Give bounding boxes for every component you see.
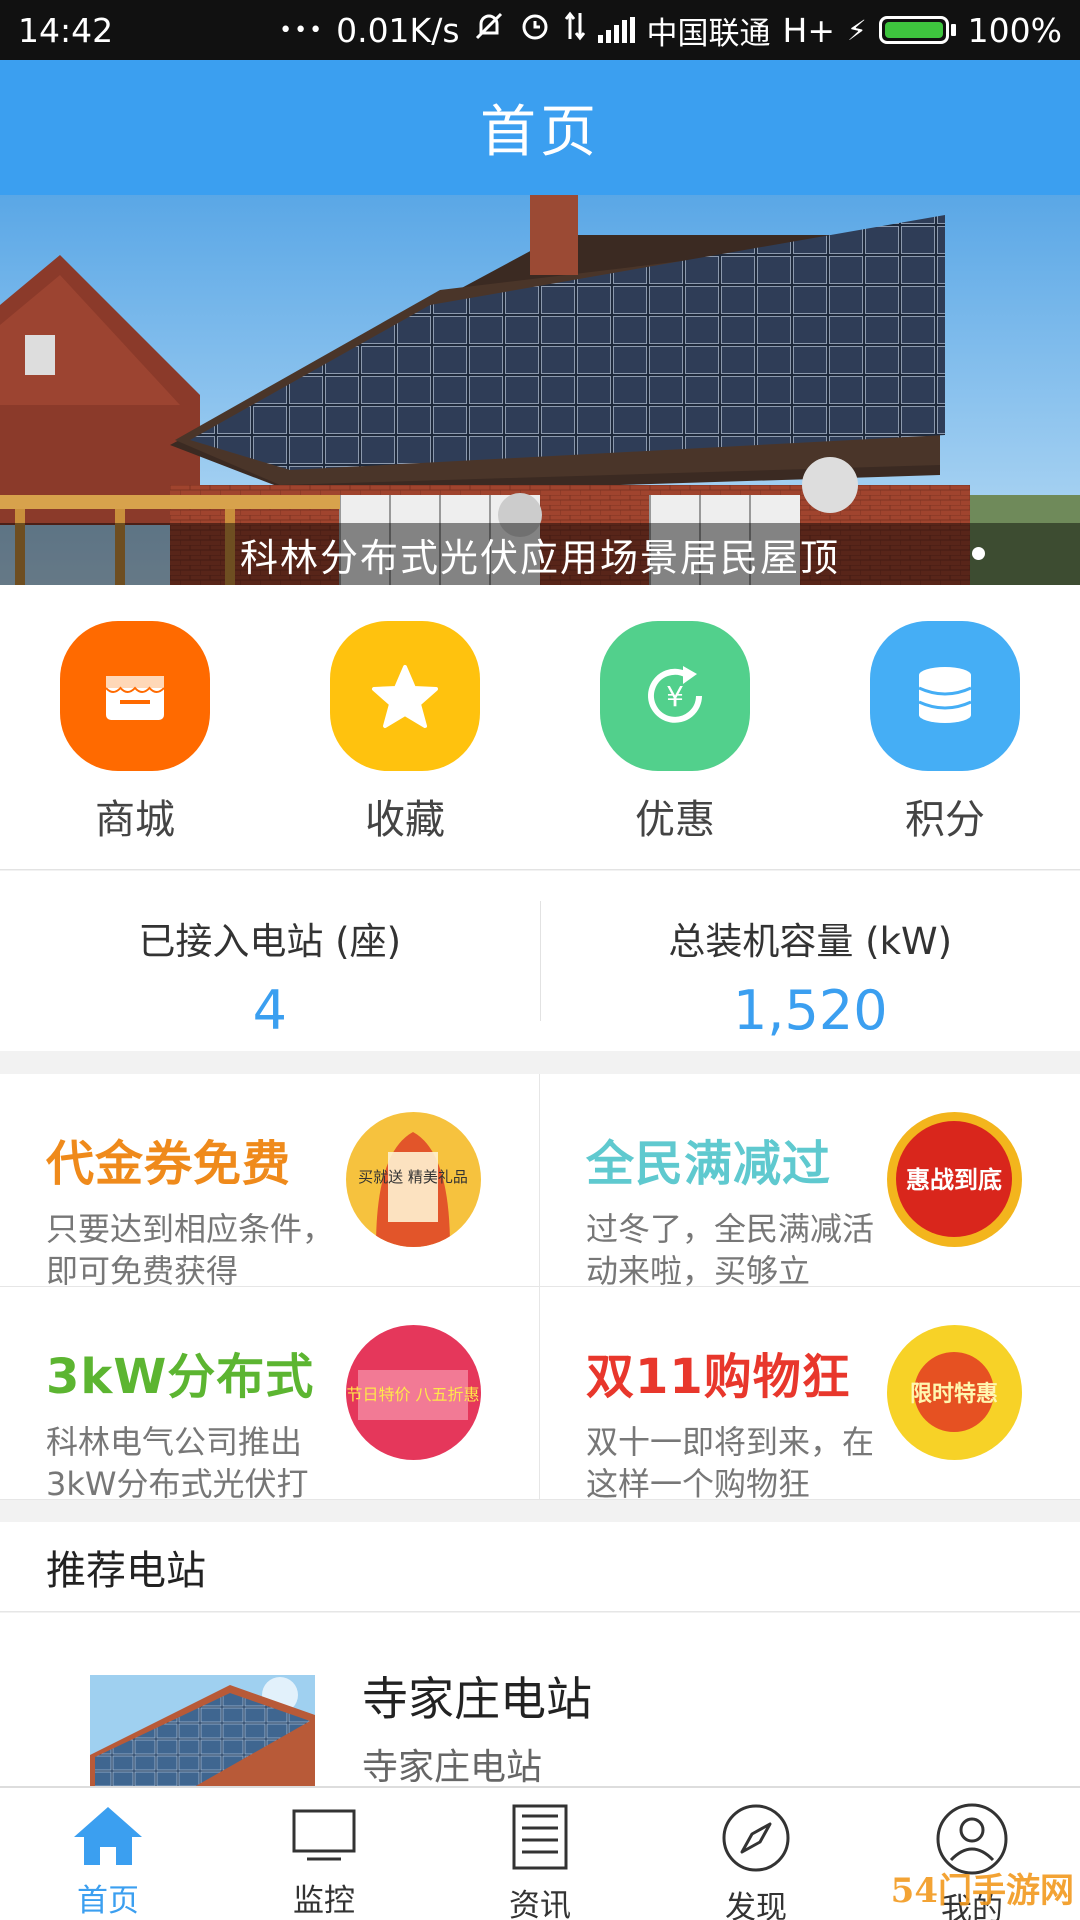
banner-caption: 科林分布式光伏应用场景居民屋顶: [0, 523, 1080, 585]
yen-cycle-icon: ¥: [600, 621, 750, 771]
nav-news[interactable]: 资讯: [432, 1788, 648, 1920]
stat-connected-stations: 已接入电站 (座) 4: [0, 871, 540, 1051]
battery-icon: [878, 16, 956, 44]
nav-label: 首页: [77, 1883, 139, 1919]
quick-menu: 商城 收藏 ¥ 优惠 积分: [0, 585, 1080, 870]
status-bar: 14:42 ••• 0.01K/s 中国联通 H+ ⚡ 100%: [0, 0, 1080, 60]
nav-home[interactable]: 首页: [0, 1788, 216, 1920]
promo-image-text: 节日特价 八五折惠: [346, 1385, 479, 1404]
app-header: 首页: [0, 60, 1080, 195]
signal-icon: [597, 17, 635, 43]
stat-label: 总装机容量 (kW): [668, 920, 953, 963]
mute-icon: [472, 9, 506, 51]
station-list-item[interactable]: 寺家庄电站 寺家庄电站: [0, 1613, 1080, 1795]
promo-card-discount[interactable]: 全民满减过 过冬了，全民满减活动来啦，买够立 惠战到底: [540, 1074, 1080, 1290]
promo-image-text: 买就送 精美礼品: [358, 1168, 468, 1186]
section-title: 推荐电站: [46, 1547, 206, 1594]
carrier: 中国联通: [646, 15, 771, 52]
nav-label: 资讯: [509, 1888, 571, 1920]
quick-menu-store[interactable]: 商城: [0, 585, 270, 869]
nav-label: 监控: [293, 1883, 355, 1919]
clock: 14:42: [18, 10, 114, 50]
promotion-grid: 代金券免费 只要达到相应条件，即可免费获得 买就送 精美礼品 全民满减过 过冬了…: [0, 1074, 1080, 1503]
nav-monitor[interactable]: 监控: [216, 1788, 432, 1920]
station-name: 寺家庄电站: [362, 1672, 592, 1726]
promo-image: 惠战到底: [887, 1112, 1022, 1247]
more-dots-icon: •••: [279, 17, 325, 43]
quick-menu-label: 积分: [905, 797, 985, 843]
quick-menu-label: 优惠: [635, 797, 715, 843]
station-stats: 已接入电站 (座) 4 总装机容量 (kW) 1,520: [0, 871, 1080, 1051]
banner-carousel[interactable]: 科林分布式光伏应用场景居民屋顶: [0, 195, 1080, 585]
coins-icon: [870, 621, 1020, 771]
battery-level: 100%: [967, 10, 1062, 50]
station-thumbnail: [90, 1675, 315, 1795]
promo-image-text: 限时特惠: [910, 1381, 998, 1407]
watermark-logo: 54门手游网: [890, 1871, 1074, 1911]
star-icon: [330, 621, 480, 771]
promo-card-3kw[interactable]: 3kW分布式 科林电气公司推出3kW分布式光伏打 节日特价 八五折惠: [0, 1287, 540, 1503]
promo-image: 节日特价 八五折惠: [346, 1325, 481, 1460]
carousel-indicator: [972, 547, 985, 560]
promo-desc: 过冬了，全民满减活动来啦，买够立: [586, 1210, 875, 1290]
nav-discover[interactable]: 发现: [648, 1788, 864, 1920]
quick-menu-discount[interactable]: ¥ 优惠: [540, 585, 810, 869]
promo-card-double11[interactable]: 双11购物狂 双十一即将到来，在这样一个购物狂 限时特惠: [540, 1287, 1080, 1503]
stat-value: 1,520: [732, 979, 888, 1042]
recommend-section-header: 推荐电站: [0, 1522, 1080, 1612]
station-desc: 寺家庄电站: [362, 1747, 543, 1788]
promo-image: 买就送 精美礼品: [346, 1112, 481, 1247]
quick-menu-label: 商城: [95, 797, 175, 843]
monitor-icon: [284, 1802, 364, 1867]
promo-desc: 只要达到相应条件，即可免费获得: [46, 1210, 335, 1290]
compass-icon: [716, 1802, 796, 1874]
nav-label: 发现: [725, 1890, 787, 1920]
quick-menu-points[interactable]: 积分: [810, 585, 1080, 869]
alarm-icon: [518, 9, 552, 51]
news-icon: [500, 1802, 580, 1872]
svg-text:¥: ¥: [666, 680, 684, 713]
charging-icon: ⚡: [846, 13, 867, 47]
promo-image-text: 惠战到底: [906, 1166, 1002, 1194]
home-icon: [68, 1802, 148, 1867]
stat-total-capacity: 总装机容量 (kW) 1,520: [541, 871, 1080, 1051]
net-speed: 0.01K/s: [336, 10, 460, 50]
promo-card-voucher[interactable]: 代金券免费 只要达到相应条件，即可免费获得 买就送 精美礼品: [0, 1074, 540, 1290]
stat-value: 4: [252, 979, 287, 1042]
page-title: 首页: [480, 100, 600, 165]
quick-menu-label: 收藏: [365, 797, 445, 843]
data-transfer-icon: [564, 11, 586, 49]
network-type: H+: [782, 10, 835, 50]
stat-label: 已接入电站 (座): [138, 920, 402, 963]
quick-menu-favorites[interactable]: 收藏: [270, 585, 540, 869]
store-icon: [60, 621, 210, 771]
promo-image: 限时特惠: [887, 1325, 1022, 1460]
promo-desc: 双十一即将到来，在这样一个购物狂: [586, 1423, 875, 1503]
promo-desc: 科林电气公司推出3kW分布式光伏打: [46, 1423, 309, 1503]
